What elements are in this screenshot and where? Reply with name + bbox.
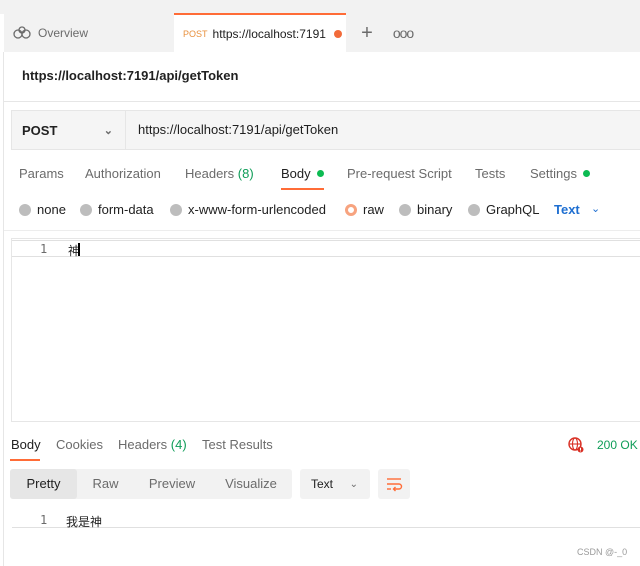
response-language-select[interactable]: Text ⌄ [300, 469, 370, 499]
tab-request-method: POST [183, 29, 208, 39]
body-type-form-data-label: form-data [98, 202, 154, 217]
raw-language-select[interactable]: Text [554, 202, 580, 217]
radio-selected-icon [345, 203, 357, 216]
tab-params[interactable]: Params [19, 166, 64, 181]
more-tabs-button[interactable]: ooo [391, 22, 415, 46]
chevron-down-icon[interactable]: ⌄ [591, 202, 600, 215]
tab-request[interactable]: POST https://localhost:7191 [174, 13, 346, 53]
response-language-label: Text [311, 477, 334, 491]
body-type-form-data[interactable]: form-data [80, 202, 154, 217]
new-tab-plus-icon[interactable]: + [355, 22, 379, 46]
tab-tests[interactable]: Tests [475, 166, 505, 181]
response-status[interactable]: 200 OK [597, 438, 638, 452]
request-body-editor[interactable] [11, 238, 640, 422]
body-type-graphql-label: GraphQL [486, 202, 540, 217]
title-divider [4, 101, 640, 102]
body-type-urlencoded-label: x-www-form-urlencoded [188, 202, 326, 217]
format-visualize-button[interactable]: Visualize [210, 469, 292, 499]
url-input[interactable]: https://localhost:7191/api/getToken [138, 122, 338, 137]
response-tab-headers-label: Headers [118, 437, 168, 452]
request-title[interactable]: https://localhost:7191/api/getToken [22, 68, 238, 83]
text-caret [78, 243, 80, 256]
radio-icon [80, 203, 92, 216]
body-type-raw-label: raw [363, 202, 384, 217]
body-active-dot-icon [316, 170, 324, 178]
body-type-none[interactable]: none [19, 202, 66, 217]
radio-icon [170, 203, 182, 216]
editor-active-line [12, 240, 640, 257]
tab-body[interactable]: Body [281, 166, 324, 181]
format-preview-button[interactable]: Preview [134, 469, 210, 499]
wrap-lines-icon [387, 478, 403, 492]
response-tab-underline [10, 459, 40, 461]
response-active-line [12, 511, 640, 528]
response-tab-headers-count: (4) [170, 437, 187, 452]
response-tab-headers[interactable]: Headers (4) [118, 437, 187, 452]
globe-warning-icon[interactable] [568, 437, 584, 453]
body-types-divider [4, 230, 640, 231]
response-tab-test-results[interactable]: Test Results [202, 437, 273, 452]
tab-bar: Overview POST https://localhost:7191 + o… [0, 0, 640, 53]
body-type-binary-label: binary [417, 202, 453, 217]
chevron-down-icon: ⌄ [349, 478, 358, 490]
response-content[interactable]: 我是神 [66, 513, 102, 530]
body-type-binary[interactable]: binary [399, 202, 452, 217]
tab-overview[interactable]: Overview [4, 14, 172, 52]
settings-dot-icon [582, 170, 590, 178]
radio-icon [399, 203, 411, 216]
tab-request-url: https://localhost:7191 [212, 27, 326, 41]
response-tab-body[interactable]: Body [11, 437, 41, 452]
chevron-down-icon: ⌄ [103, 124, 113, 137]
tab-headers[interactable]: Headers (8) [185, 166, 254, 181]
active-tab-underline [281, 188, 324, 190]
body-type-raw[interactable]: raw [345, 202, 384, 217]
response-tab-cookies[interactable]: Cookies [56, 437, 103, 452]
left-border [3, 52, 4, 566]
body-type-urlencoded[interactable]: x-www-form-urlencoded [170, 202, 326, 217]
unsaved-dot-icon [333, 30, 342, 38]
body-type-none-label: none [37, 202, 66, 217]
tab-settings-label: Settings [530, 166, 577, 181]
tab-headers-label: Headers [185, 166, 235, 181]
format-raw-button[interactable]: Raw [77, 469, 134, 499]
method-select[interactable]: POST ⌄ [12, 111, 126, 149]
editor-line-number: 1 [40, 242, 48, 256]
format-pretty-button[interactable]: Pretty [10, 469, 77, 499]
tab-body-label: Body [281, 166, 311, 181]
tab-settings[interactable]: Settings [530, 166, 590, 181]
radio-icon [19, 203, 31, 216]
tab-overview-label: Overview [38, 26, 89, 40]
overview-icon [13, 26, 31, 39]
tab-authorization[interactable]: Authorization [85, 166, 161, 181]
response-line-number: 1 [40, 513, 48, 527]
method-label: POST [22, 122, 58, 138]
wrap-lines-button[interactable] [378, 469, 410, 499]
body-type-graphql[interactable]: GraphQL [468, 202, 539, 217]
tab-headers-count: (8) [237, 166, 254, 181]
radio-icon [468, 203, 480, 216]
tab-prerequest-script[interactable]: Pre-request Script [347, 166, 452, 181]
watermark: CSDN @-_0 [577, 547, 628, 557]
